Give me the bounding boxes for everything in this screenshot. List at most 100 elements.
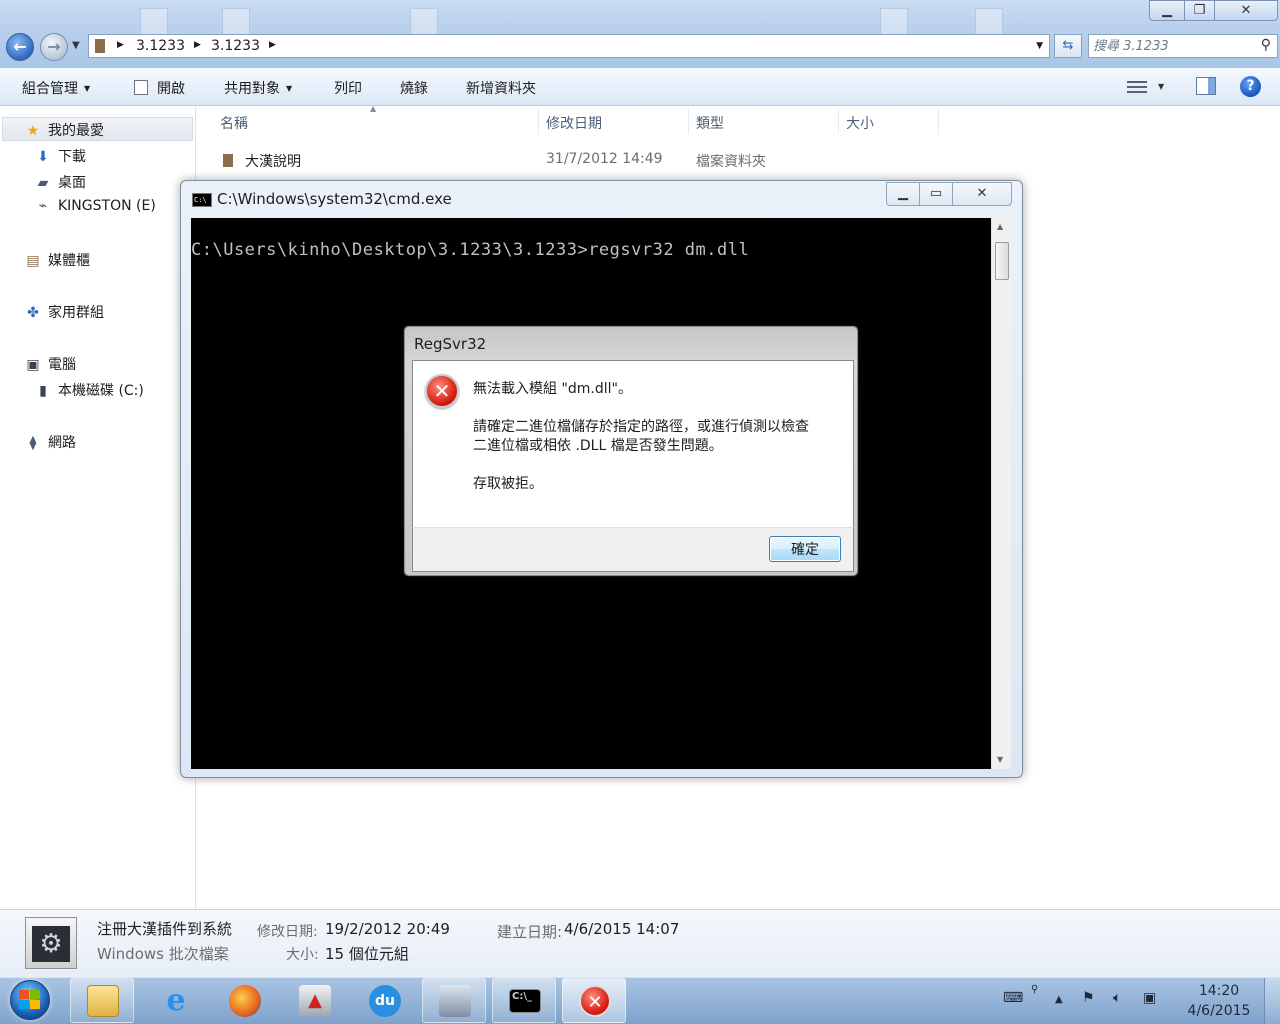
nav-network[interactable]: ⧫ 網路 [24, 432, 76, 452]
column-divider[interactable] [688, 108, 689, 134]
explorer-icon [87, 985, 119, 1017]
nav-libraries[interactable]: ▤ 媒體櫃 [24, 250, 90, 270]
column-divider[interactable] [938, 108, 939, 134]
nav-label: 本機磁碟 (C:) [58, 383, 144, 399]
burn-button[interactable]: 燒錄 [400, 78, 428, 98]
desktop-icon: ▰ [37, 175, 49, 191]
preview-pane-button[interactable] [1196, 77, 1216, 95]
cmd-maximize-button[interactable]: ▭ [919, 182, 953, 206]
nav-label: 家用群組 [48, 305, 104, 321]
taskbar-app[interactable] [422, 978, 486, 1023]
search-input[interactable] [1093, 37, 1253, 55]
recent-pages-dropdown[interactable]: ▼ [72, 40, 80, 51]
details-created-label: 建立日期: [497, 923, 563, 941]
search-box[interactable]: ⚲ [1088, 34, 1278, 58]
nav-label: 網路 [48, 435, 76, 451]
keyboard-icon[interactable]: ⌨ [1003, 990, 1023, 1006]
ok-button[interactable]: 確定 [769, 536, 841, 562]
nav-local-disk[interactable]: ▮ 本機磁碟 (C:) [34, 380, 144, 400]
dialog-frame: RegSvr32 ✕ 無法載入模組 "dm.dll"。 請確定二進位檔儲存於指定… [404, 326, 858, 576]
nav-favorites[interactable]: ★ 我的最愛 [24, 120, 104, 140]
scroll-up-icon[interactable]: ▲ [997, 222, 1003, 231]
open-button[interactable]: 開啟 [134, 78, 185, 98]
nav-label: 我的最愛 [48, 123, 104, 139]
breadcrumb-item[interactable]: 3.1233 [211, 38, 260, 54]
cmd-title: C:\Windows\system32\cmd.exe [217, 190, 452, 208]
breadcrumb-item[interactable]: 3.1233 [136, 38, 185, 54]
breadcrumb-chevron-icon[interactable]: ▶ [194, 40, 201, 50]
column-name[interactable]: 名稱 [220, 113, 248, 133]
taskbar-firefox[interactable] [212, 978, 276, 1023]
taskbar-gundam-app[interactable]: ▲ [282, 978, 346, 1023]
nav-label: KINGSTON (E) [58, 198, 156, 214]
column-type[interactable]: 類型 [696, 113, 724, 133]
address-bar[interactable]: ▶ 3.1233 ▶ 3.1233 ▶ ▼ [88, 34, 1050, 58]
volume-icon[interactable]: 🔈︎ [1113, 990, 1121, 1006]
scroll-thumb[interactable] [995, 242, 1009, 280]
new-folder-button[interactable]: 新增資料夾 [466, 78, 536, 98]
column-size[interactable]: 大小 [846, 113, 874, 133]
homegroup-icon: ✤ [27, 305, 39, 321]
taskbar-clock[interactable]: 14:20 4/6/2015 [1184, 981, 1254, 1021]
dialog-message-line: 請確定二進位檔儲存於指定的路徑，或進行偵測以檢查 [473, 419, 809, 435]
column-divider[interactable] [538, 108, 539, 134]
print-button[interactable]: 列印 [334, 78, 362, 98]
forward-button[interactable]: → [40, 33, 68, 61]
dialog-message-line: 二進位檔或相依 .DLL 檔是否發生問題。 [473, 438, 723, 454]
search-icon[interactable]: ⚲ [1261, 37, 1271, 53]
taskbar-du-app[interactable]: du [352, 978, 416, 1023]
cmd-minimize-button[interactable]: ▁ [886, 182, 920, 206]
breadcrumb-chevron-icon[interactable]: ▶ [269, 40, 276, 50]
column-divider[interactable] [838, 108, 839, 134]
gundam-icon: ▲ [299, 985, 331, 1017]
close-icon: ✕ [976, 186, 988, 201]
scroll-down-icon[interactable]: ▼ [997, 755, 1003, 764]
column-modified[interactable]: 修改日期 [546, 113, 602, 133]
windows-logo-icon [19, 990, 41, 1010]
cmd-close-button[interactable]: ✕ [952, 182, 1012, 206]
folder-icon [95, 39, 105, 53]
breadcrumb-chevron-icon[interactable]: ▶ [117, 40, 124, 50]
view-options-icon[interactable] [1126, 79, 1147, 95]
chevron-down-icon[interactable]: ▼ [1158, 82, 1164, 91]
start-button[interactable] [2, 978, 60, 1023]
nav-desktop[interactable]: ▰ 桌面 [34, 172, 86, 192]
taskbar-regsvr32[interactable]: ✕ [562, 978, 626, 1023]
organize-menu[interactable]: 組合管理 ▼ [22, 78, 90, 98]
nav-kingston[interactable]: ⌁ KINGSTON (E) [34, 198, 156, 214]
details-created-value: 4/6/2015 14:07 [564, 920, 680, 938]
close-icon: ✕ [1240, 3, 1252, 18]
share-menu[interactable]: 共用對象 ▼ [224, 78, 292, 98]
nav-label: 桌面 [58, 175, 86, 191]
arrow-left-icon: ← [13, 37, 27, 56]
file-modified: 31/7/2012 14:49 [546, 151, 663, 167]
refresh-icon: ⇆ [1062, 38, 1074, 53]
open-icon [134, 80, 148, 95]
nav-computer[interactable]: ▣ 電腦 [24, 354, 76, 374]
network-tray-icon[interactable]: ▣ [1143, 990, 1156, 1006]
console-scrollbar[interactable]: ▲ ▼ [991, 218, 1011, 769]
command-bar [0, 68, 1280, 106]
taskbar-explorer[interactable] [70, 978, 134, 1023]
nav-homegroup[interactable]: ✤ 家用群組 [24, 302, 104, 322]
usb-drive-icon: ⌁ [38, 198, 48, 214]
show-hidden-icons[interactable]: ▲ [1055, 994, 1063, 1005]
restore-button[interactable]: ❐ [1184, 0, 1215, 21]
file-type: 檔案資料夾 [696, 154, 766, 170]
close-button[interactable]: ✕ [1214, 0, 1278, 21]
minimize-button[interactable]: ▁ [1149, 0, 1185, 21]
folder-icon [223, 154, 233, 167]
show-desktop-button[interactable] [1264, 978, 1280, 1024]
help-button[interactable]: ? [1240, 76, 1261, 97]
firefox-icon [229, 985, 261, 1017]
taskbar-ie[interactable]: e [143, 978, 207, 1023]
nav-downloads[interactable]: ⬇ 下載 [34, 146, 86, 166]
nav-label: 媒體櫃 [48, 253, 90, 269]
refresh-button[interactable]: ⇆ [1054, 34, 1082, 58]
taskbar-cmd[interactable]: C:\_ [492, 978, 556, 1023]
address-dropdown-icon[interactable]: ▼ [1036, 41, 1043, 51]
language-icon[interactable]: ⚲ [1031, 984, 1038, 995]
back-button[interactable]: ← [6, 33, 34, 61]
du-icon: du [369, 985, 401, 1017]
action-center-icon[interactable]: ⚑ [1082, 990, 1095, 1006]
